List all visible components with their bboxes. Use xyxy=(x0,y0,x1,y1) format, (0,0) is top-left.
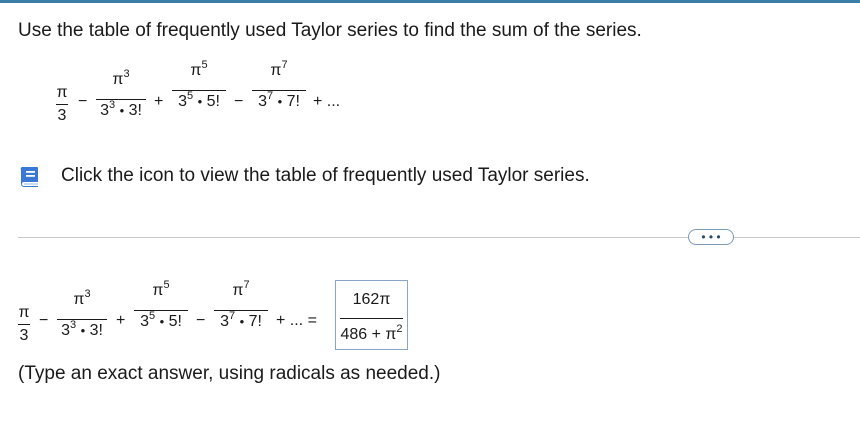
answer-term-3: π5 35 • 5! xyxy=(134,280,188,330)
op-plus: + xyxy=(116,312,126,329)
hint-text: Click the icon to view the table of freq… xyxy=(61,165,590,186)
term-2: π3 33 • 3! xyxy=(96,69,146,119)
op-ellipsis: + ... xyxy=(313,93,341,110)
term-3: π5 35 • 5! xyxy=(172,60,226,110)
op-minus: − xyxy=(234,93,244,110)
answer-term-4: π7 37 • 7! xyxy=(214,280,268,330)
term-4: π7 37 • 7! xyxy=(252,60,306,110)
op-ellipsis-equals: + ... = xyxy=(276,312,317,329)
answer-term-1: π 3 xyxy=(18,304,30,344)
question-text: Use the table of frequently used Taylor … xyxy=(18,20,642,41)
answer-instructions: (Type an exact answer, using radicals as… xyxy=(18,363,441,384)
book-icon[interactable] xyxy=(18,164,42,188)
answer-fraction: 162π 486 + π2 xyxy=(340,291,403,343)
answer-input[interactable]: 162π 486 + π2 xyxy=(335,280,408,350)
term-1: π 3 xyxy=(56,84,68,124)
op-minus: − xyxy=(78,93,88,110)
op-minus: − xyxy=(39,312,49,329)
op-plus: + xyxy=(154,93,164,110)
more-options-button[interactable]: • • • xyxy=(688,229,734,245)
answer-term-2: π3 33 • 3! xyxy=(57,289,107,339)
top-accent-bar xyxy=(0,0,860,3)
taylor-table-hint[interactable]: Click the icon to view the table of freq… xyxy=(18,163,590,189)
op-minus: − xyxy=(196,312,206,329)
